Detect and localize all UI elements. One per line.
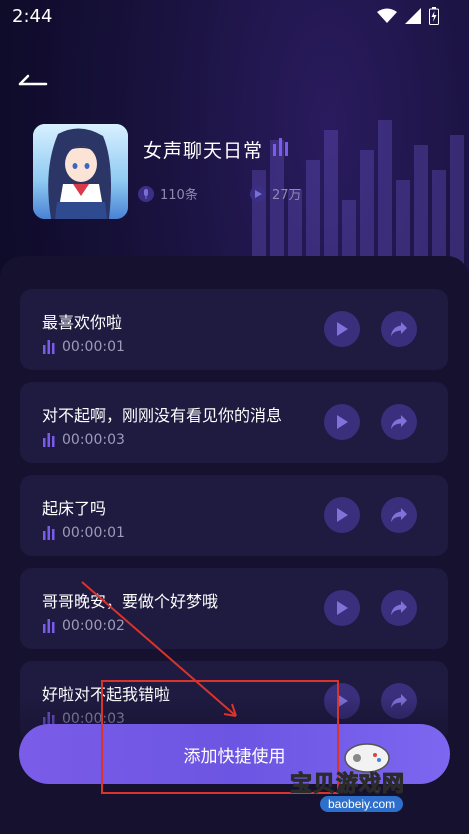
- album-title: 女声聊天日常: [143, 140, 264, 162]
- list-item[interactable]: 对不起啊，刚刚没有看见你的消息 00:00:03: [20, 382, 448, 463]
- list-item[interactable]: 最喜欢你啦 00:00:01: [20, 289, 448, 370]
- signal-icon: [405, 8, 421, 24]
- item-title: 对不起啊，刚刚没有看见你的消息: [42, 406, 283, 425]
- share-arrow-icon: [391, 508, 407, 522]
- share-button[interactable]: [381, 590, 417, 626]
- play-button[interactable]: [324, 311, 360, 347]
- item-duration: 00:00:03: [42, 432, 125, 448]
- plays-text: 27万: [272, 188, 302, 203]
- item-duration: 00:00:02: [42, 618, 125, 634]
- play-count-icon: [250, 185, 266, 202]
- duration-text: 00:00:03: [62, 432, 125, 448]
- duration-text: 00:00:01: [62, 525, 125, 541]
- list-item[interactable]: 哥哥晚安，要做个好梦哦 00:00:02: [20, 568, 448, 649]
- share-arrow-icon: [391, 415, 407, 429]
- share-button[interactable]: [381, 311, 417, 347]
- count-meta: 110条: [138, 184, 198, 203]
- item-title: 最喜欢你啦: [42, 313, 123, 332]
- anime-girl-illustration: [33, 124, 128, 219]
- battery-icon: [429, 7, 439, 25]
- item-duration: 00:00:01: [42, 339, 125, 355]
- list-item[interactable]: 起床了吗 00:00:01: [20, 475, 448, 556]
- play-button[interactable]: [324, 590, 360, 626]
- audio-bars-icon: [43, 340, 55, 354]
- watermark-text: 宝贝游戏网: [289, 772, 406, 798]
- wifi-icon: [377, 8, 397, 23]
- audio-bars-icon: [43, 619, 55, 633]
- share-button[interactable]: [381, 497, 417, 533]
- play-icon: [337, 508, 348, 522]
- share-arrow-icon: [391, 322, 407, 336]
- watermark-subtext: baobeiy.com: [320, 796, 404, 812]
- item-duration: 00:00:01: [42, 525, 125, 541]
- plays-meta: 27万: [250, 184, 302, 203]
- duration-text: 00:00:02: [62, 618, 125, 634]
- item-title: 哥哥晚安，要做个好梦哦: [42, 592, 219, 611]
- play-icon: [337, 601, 348, 615]
- microphone-icon: [138, 185, 154, 202]
- audio-bars-icon: [43, 433, 55, 447]
- play-button[interactable]: [324, 404, 360, 440]
- item-title: 起床了吗: [42, 499, 107, 518]
- watermark-logo: 宝贝游戏网 baobeiy.com: [289, 740, 440, 820]
- audio-bars-icon: [273, 138, 288, 156]
- status-bar: 2:44: [0, 0, 469, 36]
- play-icon: [337, 322, 348, 336]
- play-button[interactable]: [324, 497, 360, 533]
- status-time: 2:44: [12, 6, 53, 27]
- duration-text: 00:00:01: [62, 339, 125, 355]
- share-button[interactable]: [381, 404, 417, 440]
- share-arrow-icon: [391, 601, 407, 615]
- status-icons: [377, 7, 439, 25]
- audio-bars-icon: [43, 526, 55, 540]
- app-screen: 2:44 女声聊天日常 110条 27万 最喜欢你啦 00:00:01 对不起啊…: [0, 0, 469, 834]
- count-text: 110条: [160, 188, 198, 203]
- share-button[interactable]: [381, 683, 417, 719]
- share-arrow-icon: [391, 694, 407, 708]
- play-icon: [337, 415, 348, 429]
- back-arrow-icon[interactable]: [16, 66, 52, 90]
- album-cover-image: [33, 124, 128, 219]
